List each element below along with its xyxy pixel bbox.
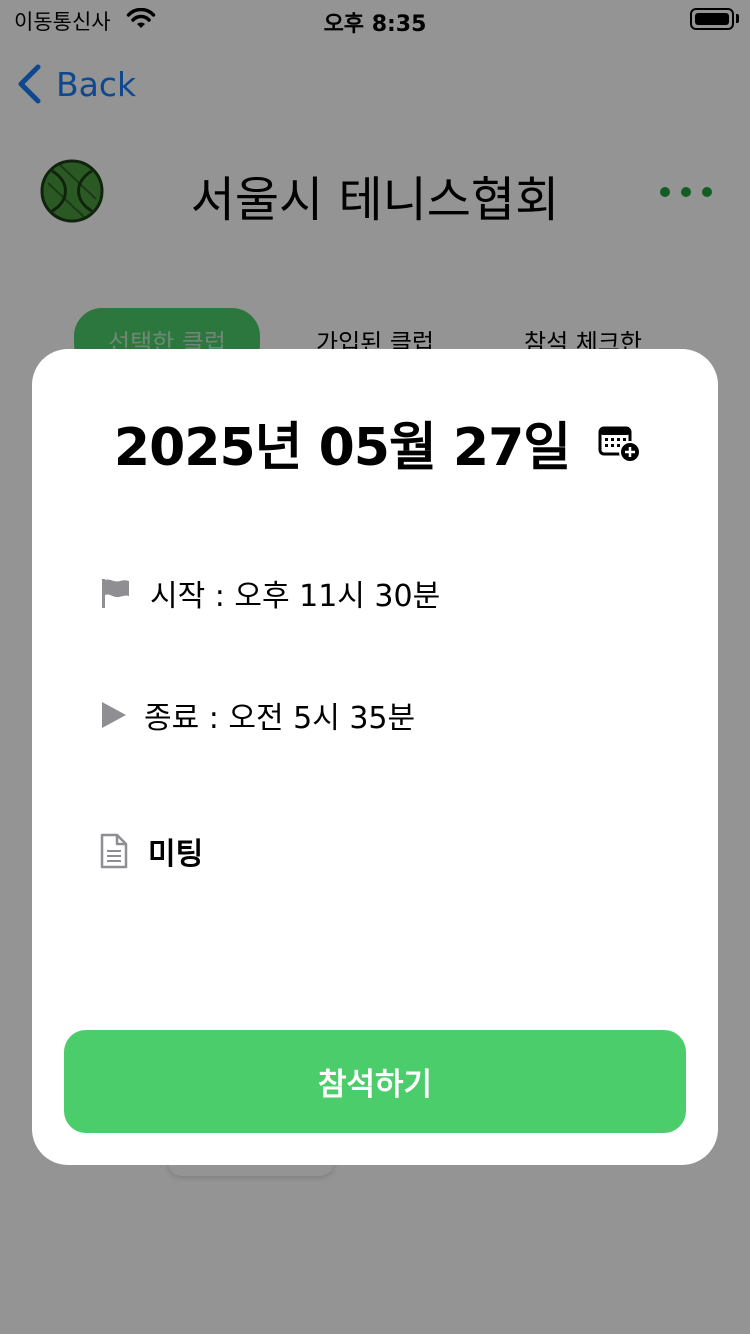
- end-time-text: 종료 : 오전 5시 35분: [144, 701, 416, 736]
- event-detail-modal: 2025년 05월 27일 시작 : 오후 11시 30분 종료 : 오전 5시…: [32, 349, 718, 1165]
- play-icon: [102, 702, 126, 728]
- flag-icon: [102, 579, 129, 608]
- start-time-row: 시작 : 오후 11시 30분: [98, 571, 440, 615]
- end-time-row: 종료 : 오전 5시 35분: [98, 693, 415, 737]
- attend-button[interactable]: 참석하기: [64, 1030, 686, 1133]
- document-icon: [100, 833, 128, 869]
- event-date: 2025년 05월 27일: [113, 418, 571, 478]
- calendar-add-icon[interactable]: [598, 424, 642, 464]
- start-time-text: 시작 : 오후 11시 30분: [150, 579, 441, 614]
- note-text: 미팅: [148, 837, 204, 872]
- note-row: 미팅: [98, 829, 203, 873]
